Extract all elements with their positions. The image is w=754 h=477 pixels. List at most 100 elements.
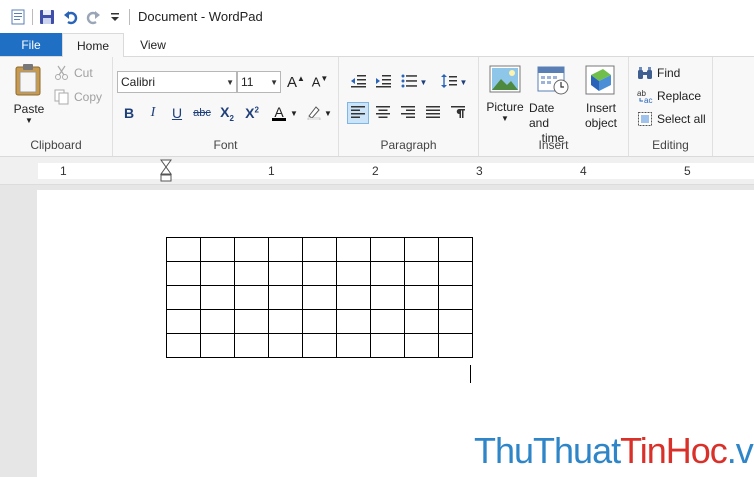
replace-button[interactable]: ab ac Replace — [637, 88, 701, 105]
chevron-down-icon: ▼ — [226, 78, 234, 87]
table-cell[interactable] — [370, 333, 405, 358]
ruler[interactable]: 1 1 2 3 4 5 — [38, 159, 754, 182]
table-cell[interactable] — [268, 285, 303, 310]
table-cell[interactable] — [336, 261, 371, 286]
table-cell[interactable] — [166, 261, 201, 286]
paragraph-group-label: Paragraph — [380, 138, 437, 152]
table-cell[interactable] — [404, 237, 439, 262]
tab-file[interactable]: File — [0, 33, 62, 56]
table-row — [166, 237, 473, 262]
table-cell[interactable] — [438, 333, 473, 358]
table-cell[interactable] — [200, 237, 235, 262]
table-cell[interactable] — [336, 237, 371, 262]
table-cell[interactable] — [438, 237, 473, 262]
customize-toolbar-icon[interactable] — [107, 9, 123, 25]
save-icon[interactable] — [39, 9, 55, 25]
table-cell[interactable] — [200, 285, 235, 310]
table-cell[interactable] — [404, 333, 439, 358]
italic-button[interactable]: I — [142, 102, 164, 124]
align-left-icon — [350, 105, 366, 122]
table-cell[interactable] — [166, 309, 201, 334]
table-cell[interactable] — [166, 333, 201, 358]
table-cell[interactable] — [370, 237, 405, 262]
table-cell[interactable] — [438, 285, 473, 310]
highlight-color-button[interactable]: ▼ — [303, 102, 335, 124]
increase-indent-button[interactable] — [372, 71, 394, 93]
table-cell[interactable] — [234, 333, 269, 358]
tab-view[interactable]: View — [124, 33, 182, 56]
table-cell[interactable] — [370, 309, 405, 334]
table-cell[interactable] — [234, 237, 269, 262]
underline-button[interactable]: U — [166, 102, 188, 124]
table-cell[interactable] — [302, 285, 337, 310]
subscript-icon: X2 — [220, 103, 234, 123]
copy-label: Copy — [74, 90, 103, 104]
font-family-select[interactable]: Calibri ▼ — [117, 71, 237, 93]
table-cell[interactable] — [370, 285, 405, 310]
tab-home[interactable]: Home — [62, 33, 124, 57]
table-cell[interactable] — [336, 333, 371, 358]
insert-picture-button[interactable]: Picture ▼ — [483, 65, 527, 123]
table-cell[interactable] — [404, 261, 439, 286]
align-center-button[interactable] — [372, 102, 394, 124]
table-cell[interactable] — [438, 261, 473, 286]
align-left-button[interactable] — [347, 102, 369, 124]
text-color-button[interactable]: A ▼ — [269, 102, 301, 124]
insert-object-button[interactable]: Insert object — [579, 65, 623, 131]
table-cell[interactable] — [166, 285, 201, 310]
paragraph-settings-button[interactable] — [447, 102, 469, 124]
ruler-mark: 3 — [474, 163, 485, 179]
table-cell[interactable] — [404, 309, 439, 334]
table-cell[interactable] — [336, 285, 371, 310]
date-time-button[interactable]: Date and time — [529, 65, 577, 146]
line-spacing-button[interactable]: ▼ — [437, 71, 471, 93]
document-table[interactable] — [166, 237, 473, 358]
undo-icon[interactable] — [63, 9, 79, 25]
justify-icon — [425, 105, 441, 122]
table-cell[interactable] — [234, 309, 269, 334]
justify-button[interactable] — [422, 102, 444, 124]
superscript-button[interactable]: X2 — [241, 102, 263, 124]
grow-font-icon: A▲ — [287, 73, 305, 91]
strikethrough-button[interactable]: abc — [191, 102, 213, 124]
find-button[interactable]: Find — [637, 65, 680, 81]
table-cell[interactable] — [404, 285, 439, 310]
bullets-button[interactable]: ▼ — [397, 71, 431, 93]
subscript-button[interactable]: X2 — [216, 102, 238, 124]
insert-object-label-2: object — [584, 116, 618, 130]
font-size-select[interactable]: 11 ▼ — [237, 71, 281, 93]
text-color-icon: A — [272, 105, 287, 121]
redo-icon[interactable] — [85, 9, 101, 25]
table-cell[interactable] — [166, 237, 201, 262]
table-cell[interactable] — [234, 285, 269, 310]
table-cell[interactable] — [370, 261, 405, 286]
table-cell[interactable] — [268, 261, 303, 286]
shrink-font-button[interactable]: A▼ — [309, 71, 331, 93]
wordpad-app-icon[interactable] — [10, 9, 26, 25]
table-cell[interactable] — [268, 333, 303, 358]
indent-marker-icon[interactable] — [160, 159, 172, 186]
table-cell[interactable] — [200, 261, 235, 286]
table-cell[interactable] — [302, 309, 337, 334]
table-cell[interactable] — [200, 309, 235, 334]
align-right-button[interactable] — [397, 102, 419, 124]
bold-button[interactable]: B — [118, 102, 140, 124]
table-cell[interactable] — [438, 309, 473, 334]
table-cell[interactable] — [302, 237, 337, 262]
copy-button[interactable]: Copy — [54, 89, 102, 105]
window-title: Document - WordPad — [138, 9, 263, 24]
table-cell[interactable] — [302, 261, 337, 286]
table-cell[interactable] — [234, 261, 269, 286]
table-cell[interactable] — [336, 309, 371, 334]
cut-button[interactable]: Cut — [54, 65, 93, 81]
grow-font-button[interactable]: A▲ — [285, 71, 307, 93]
decrease-indent-icon — [350, 74, 366, 91]
table-cell[interactable] — [302, 333, 337, 358]
select-all-button[interactable]: Select all — [637, 111, 706, 127]
table-cell[interactable] — [268, 237, 303, 262]
table-cell[interactable] — [268, 309, 303, 334]
decrease-indent-button[interactable] — [347, 71, 369, 93]
paste-button[interactable]: Paste ▼ — [12, 63, 46, 125]
table-cell[interactable] — [200, 333, 235, 358]
chevron-down-icon: ▼ — [501, 114, 509, 123]
